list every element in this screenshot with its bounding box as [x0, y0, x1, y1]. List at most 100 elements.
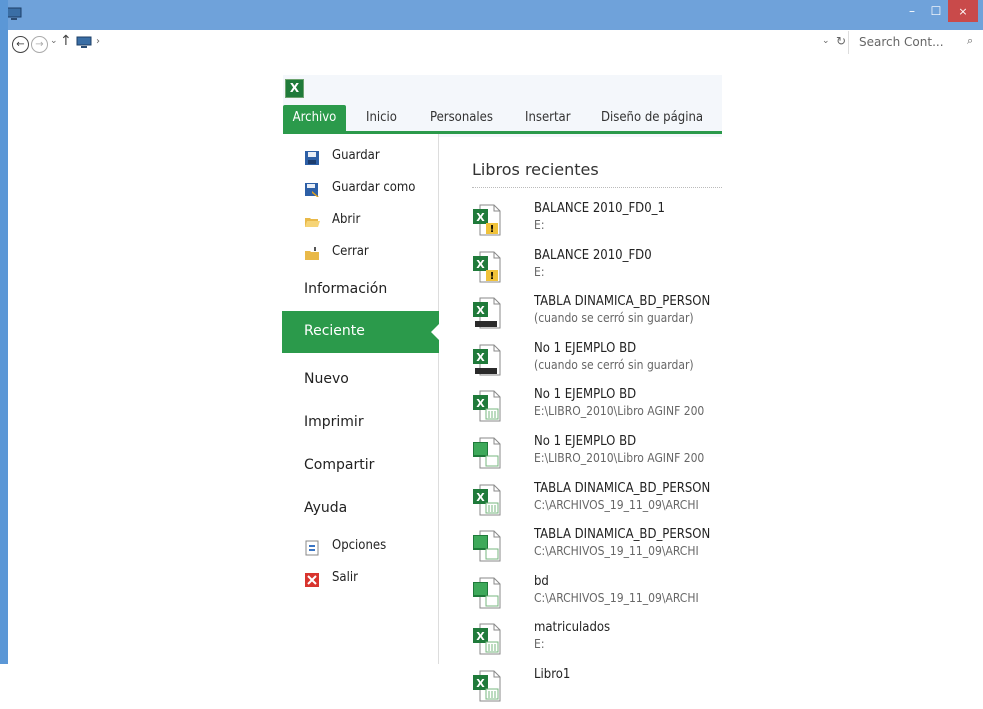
recent-workbooks-panel: Libros recientes X! BALANCE 2010_FD0_1 E: X…	[438, 137, 722, 702]
svg-text:X: X	[476, 397, 485, 410]
menu-item-label: Salir	[332, 570, 358, 585]
svg-text:!: !	[490, 224, 495, 235]
menu-item-label: Cerrar	[332, 244, 369, 259]
refresh-button[interactable]: ↻	[836, 34, 846, 48]
file-name: BALANCE 2010_FD0	[534, 247, 652, 263]
menu-item-imprimir[interactable]: Imprimir	[304, 414, 364, 430]
history-dropdown-icon[interactable]: ⌄	[50, 36, 58, 46]
menu-item-opciones[interactable]: Opciones	[283, 534, 438, 562]
menu-item-nuevo[interactable]: Nuevo	[304, 371, 349, 387]
file-path: (cuando se cerró sin guardar)	[534, 357, 694, 372]
back-button[interactable]: ←	[12, 36, 29, 53]
window-frame-left	[0, 0, 8, 664]
file-name: BALANCE 2010_FD0_1	[534, 201, 665, 216]
file-path: (cuando se cerró sin guardar)	[534, 311, 694, 326]
menu-item-salir[interactable]: Salir	[283, 566, 438, 594]
tab-inicio[interactable]: Inicio	[366, 105, 397, 131]
file-name: bd	[534, 573, 549, 589]
tab-personales[interactable]: Personales	[430, 105, 493, 131]
up-button[interactable]: ↑	[60, 33, 72, 49]
excel-compat-icon: X	[473, 577, 501, 609]
ribbon-header: X Archivo Inicio Personales Insertar Dis…	[283, 75, 722, 137]
chevron-right-icon[interactable]: ›	[96, 36, 100, 47]
excel-file-icon: X	[473, 670, 501, 702]
address-dropdown-icon[interactable]: ⌄	[822, 36, 830, 46]
computer-icon	[76, 36, 92, 48]
file-path: E:	[534, 218, 545, 232]
excel-file-icon: X	[473, 484, 501, 516]
recent-file-item[interactable]: X No 1 EJEMPLO BDE:\LIBRO_2010\Libro AGIN…	[472, 385, 722, 429]
backstage-menu: Guardar Guardar como Abrir Cerrar Inform…	[282, 134, 440, 664]
file-name: TABLA DINAMICA_BD_PERSON	[534, 294, 711, 310]
forward-button[interactable]: →	[31, 36, 48, 53]
menu-item-reciente[interactable]: Reciente	[282, 311, 440, 353]
menu-item-label: Guardar	[332, 148, 380, 163]
file-path: C:\ARCHIVOS_19_11_09\ARCHI	[534, 590, 699, 605]
file-name: No 1 EJEMPLO BD	[534, 387, 637, 403]
recent-file-item[interactable]: X No 1 EJEMPLO BD (cuando se cerró sin gua…	[472, 339, 722, 383]
menu-item-guardar[interactable]: Guardar	[283, 144, 438, 172]
excel-warning-icon: X!	[473, 204, 501, 236]
address-bar: ← → ⌄ ↑ › ⌄ ↻ Search Cont... ⌕	[8, 30, 983, 64]
recent-file-item[interactable]: X Libro1	[472, 665, 722, 709]
recent-file-item[interactable]: X TABLA DINAMICA_BD_PERSONC:\ARCHIVOS_19_…	[472, 525, 722, 569]
file-name: TABLA DINAMICA_BD_PERSON	[534, 527, 711, 543]
recent-file-item[interactable]: Xmatriculados E:	[472, 618, 722, 662]
file-name: No 1 EJEMPLO BD	[534, 434, 637, 449]
options-icon	[305, 540, 319, 556]
exit-icon	[305, 573, 319, 587]
menu-item-cerrar[interactable]: Cerrar	[283, 240, 438, 268]
save-icon	[305, 151, 319, 165]
title-bar: – ☐ ×	[0, 0, 983, 30]
menu-item-ayuda[interactable]: Ayuda	[304, 500, 347, 516]
open-folder-icon	[305, 218, 320, 227]
file-name: No 1 EJEMPLO BD	[534, 340, 637, 356]
menu-item-compartir[interactable]: Compartir	[304, 457, 374, 473]
recent-file-item[interactable]: XbdC:\ARCHIVOS_19_11_09\ARCHI	[472, 572, 722, 616]
svg-text:X: X	[476, 351, 485, 364]
menu-item-abrir[interactable]: Abrir	[283, 208, 438, 236]
svg-text:!: !	[490, 271, 495, 282]
search-input[interactable]: Search Cont... ⌕	[848, 31, 983, 54]
save-as-icon	[305, 183, 319, 197]
close-button[interactable]: ×	[948, 0, 978, 22]
recent-file-item[interactable]: X TABLA DINAMICA_BD_PERSON (cuando se cerr…	[472, 292, 722, 336]
svg-text:X: X	[476, 304, 485, 317]
recent-file-item[interactable]: X! BALANCE 2010_FD0_1 E:	[472, 199, 722, 243]
excel-logo-icon: X	[285, 79, 304, 98]
excel-backstage-view: X Archivo Inicio Personales Insertar Dis…	[282, 75, 722, 702]
excel-compat-icon: X	[473, 437, 501, 469]
file-name: TABLA DINAMICA_BD_PERSON	[534, 480, 711, 496]
file-path: E:\LIBRO_2010\Libro AGINF 200	[534, 451, 705, 465]
recent-file-item[interactable]: X No 1 EJEMPLO BD E:\LIBRO_2010\Libro AGIN…	[472, 432, 722, 476]
menu-item-label: Reciente	[304, 323, 365, 339]
maximize-button[interactable]: ☐	[924, 0, 948, 22]
recent-file-item[interactable]: X! BALANCE 2010_FD0 E:	[472, 246, 722, 290]
excel-unsaved-icon: X	[473, 344, 501, 376]
file-path: C:\ARCHIVOS_19_11_09\ARCHI	[534, 497, 699, 512]
svg-text:X: X	[476, 211, 485, 224]
menu-item-guardar-como[interactable]: Guardar como	[283, 176, 438, 204]
recent-file-item[interactable]: X TABLA DINAMICA_BD_PERSONC:\ARCHIVOS_19_…	[472, 479, 722, 523]
tab-archivo[interactable]: Archivo	[283, 105, 346, 131]
search-placeholder: Search Cont...	[859, 35, 944, 49]
close-folder-icon	[305, 247, 319, 260]
excel-file-icon: X	[473, 623, 501, 655]
excel-file-icon: X	[473, 390, 501, 422]
tab-diseno-de-pagina[interactable]: Diseño de página	[601, 105, 703, 131]
excel-unsaved-icon: X	[473, 297, 501, 329]
file-path: C:\ARCHIVOS_19_11_09\ARCHI	[534, 544, 699, 559]
section-title: Libros recientes	[472, 160, 599, 179]
excel-compat-icon: X	[473, 530, 501, 562]
file-path: E:	[534, 637, 545, 652]
file-path: E:\LIBRO_2010\Libro AGINF 200	[534, 404, 705, 419]
file-path: E:	[534, 264, 545, 279]
minimize-button[interactable]: –	[900, 0, 924, 22]
tab-insertar[interactable]: Insertar	[525, 105, 571, 131]
file-name: matriculados	[534, 620, 611, 636]
svg-text:X: X	[476, 630, 485, 643]
menu-item-label: Abrir	[332, 212, 361, 227]
menu-item-informacion[interactable]: Información	[304, 281, 387, 297]
search-icon[interactable]: ⌕	[967, 34, 973, 48]
svg-text:X: X	[476, 491, 485, 504]
